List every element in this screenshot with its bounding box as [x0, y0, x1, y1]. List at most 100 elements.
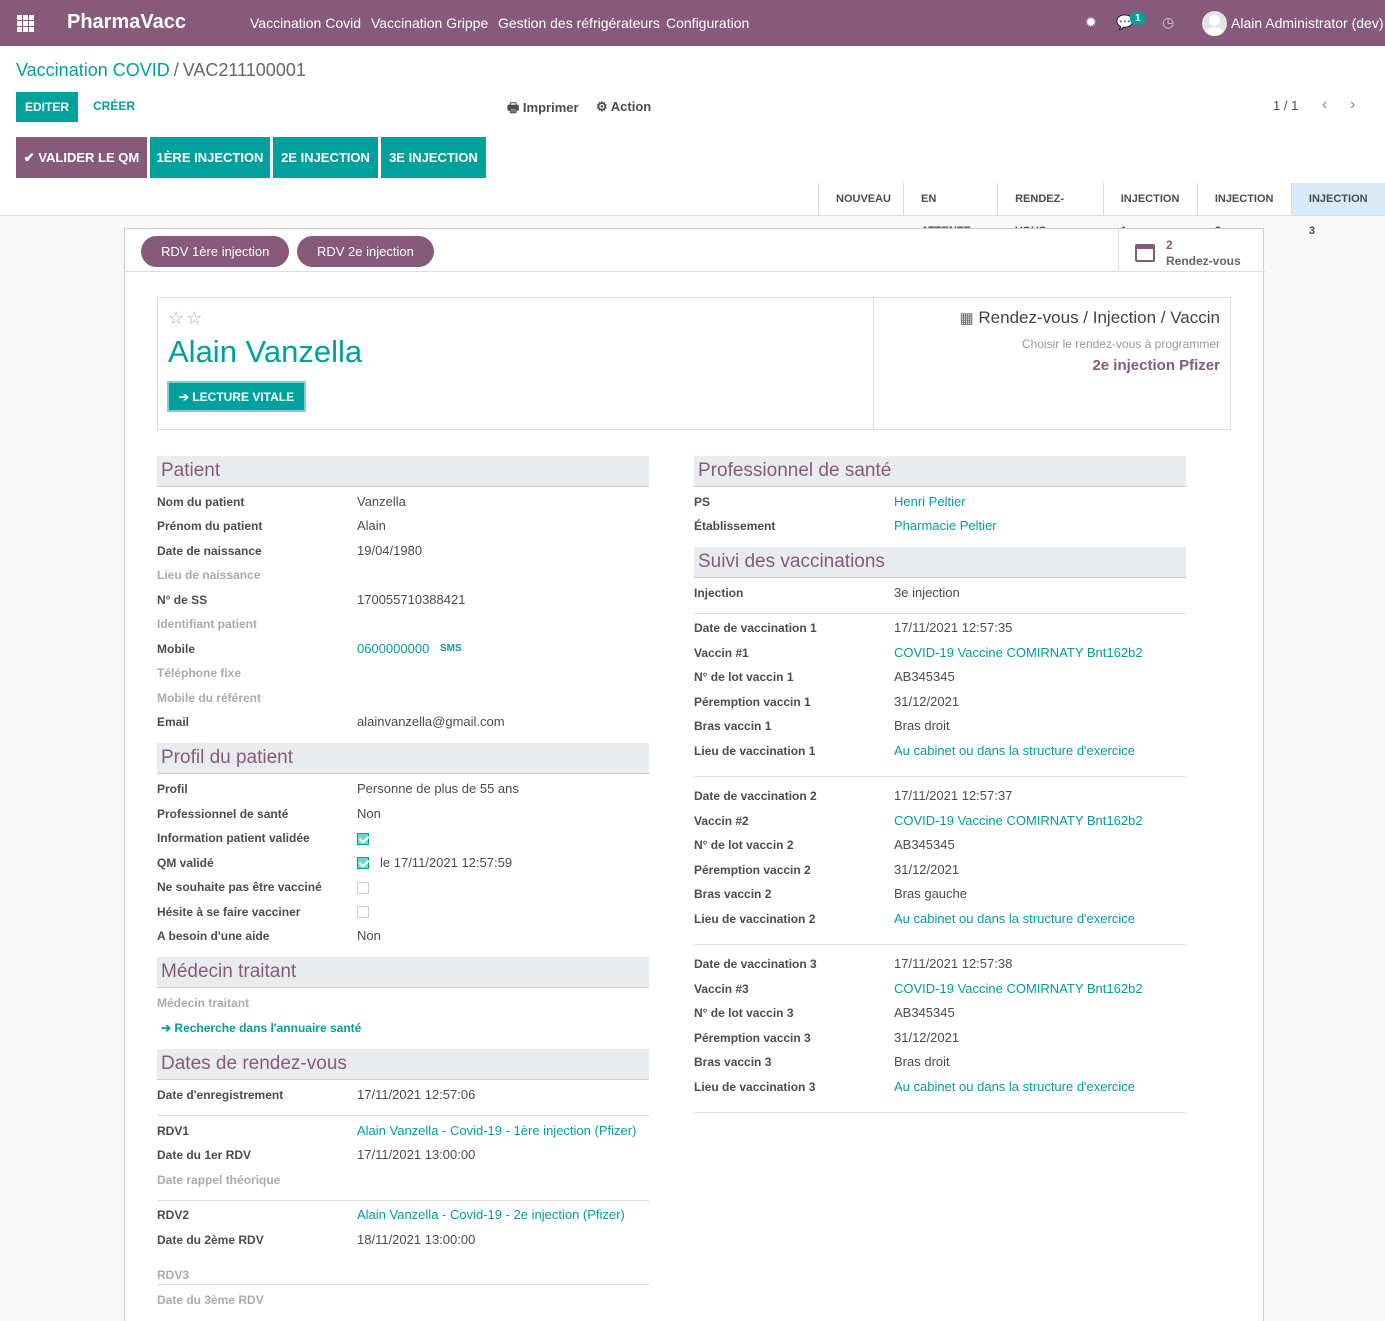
- status-injection-3[interactable]: INJECTION 3: [1290, 183, 1385, 237]
- avatar[interactable]: [1202, 11, 1227, 36]
- divider: [125, 271, 1265, 272]
- value-date-d-enregistrement: 17/11/2021 12:57:06: [357, 1087, 476, 1102]
- label-n-de-lot-vaccin-3: N° de lot vaccin 3: [694, 1006, 794, 1020]
- value-lieu-de-vaccination-3[interactable]: Au cabinet ou dans la structure d'exerci…: [894, 1079, 1135, 1094]
- value-bras-vaccin-3: Bras droit: [894, 1054, 950, 1069]
- label-qm-valide: QM validé: [157, 856, 214, 870]
- annuaire-search-link[interactable]: ➔ Recherche dans l'annuaire santé: [161, 1021, 361, 1035]
- value-lieu-de-vaccination-1[interactable]: Au cabinet ou dans la structure d'exerci…: [894, 743, 1135, 758]
- priority-stars[interactable]: ☆☆: [168, 308, 204, 329]
- label-date-du-2eme-rdv: Date du 2ème RDV: [157, 1233, 264, 1247]
- menu-vaccination-covid[interactable]: Vaccination Covid: [250, 15, 361, 31]
- edit-button[interactable]: EDITER: [16, 92, 78, 122]
- status-en-attente[interactable]: EN ATTENTE: [903, 183, 998, 237]
- sms-button[interactable]: SMS: [440, 643, 462, 654]
- chevron-right-icon[interactable]: ›: [1350, 96, 1355, 114]
- menu-configuration[interactable]: Configuration: [666, 15, 749, 31]
- label-bras-vaccin-3: Bras vaccin 3: [694, 1055, 772, 1069]
- first-injection-button[interactable]: 1ÈRE INJECTION: [150, 137, 270, 178]
- label-date-rappel-theorique: Date rappel théorique: [157, 1173, 281, 1187]
- label-date-du-3eme-rdv: Date du 3ème RDV: [157, 1293, 264, 1307]
- rdv-second-injection-button[interactable]: RDV 2e injection: [297, 236, 434, 267]
- label-medecin-traitant: Médecin traitant: [157, 996, 250, 1010]
- rdv-box-value[interactable]: 2e injection Pfizer: [1092, 357, 1220, 374]
- divider: [694, 944, 1186, 945]
- value-rdv2[interactable]: Alain Vanzella - Covid-19 - 2e injection…: [357, 1207, 625, 1222]
- calendar-icon: [1135, 244, 1155, 262]
- value-peremption-vaccin-1: 31/12/2021: [894, 693, 960, 709]
- status-nouveau[interactable]: NOUVEAU: [818, 183, 904, 215]
- clock-icon[interactable]: ◷: [1162, 14, 1174, 31]
- action-button[interactable]: ⚙ Action: [596, 99, 651, 115]
- value-vaccin-1[interactable]: COVID-19 Vaccine COMIRNATY Bnt162b2: [894, 645, 1143, 660]
- appointments-count: 2: [1166, 238, 1173, 252]
- label-ps: PS: [694, 495, 711, 509]
- status-injection-1[interactable]: INJECTION 1: [1102, 183, 1197, 237]
- value-ps[interactable]: Henri Peltier: [894, 494, 966, 509]
- lecture-vitale-label: LECTURE VITALE: [192, 389, 295, 404]
- section-medecin: Médecin traitant: [157, 957, 649, 988]
- label-date-de-naissance: Date de naissance: [157, 544, 262, 558]
- value-vaccin-2[interactable]: COVID-19 Vaccine COMIRNATY Bnt162b2: [894, 813, 1143, 828]
- arrow-right-icon: ➔: [161, 1021, 172, 1035]
- value-qm-valide-date: le 17/11/2021 12:57:59: [380, 855, 513, 870]
- value-professionnel-de-sante: Non: [357, 806, 381, 821]
- value-nom-du-patient: Vanzella: [357, 494, 406, 509]
- breadcrumb-separator: /: [173, 60, 179, 80]
- label-n-de-ss: N° de SS: [157, 593, 208, 607]
- value-bras-vaccin-2: Bras gauche: [894, 886, 967, 901]
- rdv-first-injection-button[interactable]: RDV 1ère injection: [141, 236, 290, 267]
- menu-gestion-refrigerateurs[interactable]: Gestion des réfrigérateurs: [498, 15, 660, 31]
- label-rdv1: RDV1: [157, 1124, 190, 1138]
- value-mobile[interactable]: 0600000000: [357, 641, 429, 656]
- label-information-patient-validee: Information patient validée: [157, 831, 310, 845]
- checkbox-ne-souhaite-pas[interactable]: [357, 882, 369, 894]
- value-injection: 3e injection: [894, 585, 960, 600]
- label-rdv2: RDV2: [157, 1208, 190, 1222]
- apps-grid-icon[interactable]: [17, 15, 34, 32]
- label-telephone-fixe: Téléphone fixe: [157, 666, 242, 680]
- label-lieu-de-naissance: Lieu de naissance: [157, 568, 261, 582]
- label-nom-du-patient: Nom du patient: [157, 495, 245, 509]
- value-etablissement[interactable]: Pharmacie Peltier: [894, 518, 997, 533]
- label-profil: Profil: [157, 782, 188, 796]
- status-injection-2[interactable]: INJECTION 2: [1196, 183, 1291, 237]
- form-sheet: RDV 1ère injection RDV 2e injection 2 Re…: [124, 228, 1265, 1321]
- bug-icon[interactable]: ✹: [1085, 14, 1097, 31]
- checkbox-qm-valide[interactable]: [357, 857, 369, 869]
- value-n-de-lot-vaccin-3: AB345345: [894, 1005, 955, 1020]
- validate-qm-label: VALIDER LE QM: [38, 149, 140, 165]
- checkbox-hesite[interactable]: [357, 906, 369, 918]
- appointments-stat-button[interactable]: 2 Rendez-vous: [1118, 229, 1264, 271]
- label-vaccin-1: Vaccin #1: [694, 645, 749, 660]
- label-lieu-de-vaccination-1: Lieu de vaccination 1: [694, 743, 816, 758]
- value-bras-vaccin-1: Bras droit: [894, 718, 950, 733]
- label-date-d-enregistrement: Date d'enregistrement: [157, 1088, 284, 1102]
- lecture-vitale-button[interactable]: ➔ LECTURE VITALE: [167, 381, 306, 412]
- app-brand[interactable]: PharmaVacc: [67, 11, 186, 34]
- value-n-de-lot-vaccin-1: AB345345: [894, 669, 955, 684]
- second-injection-button[interactable]: 2E INJECTION: [273, 137, 378, 178]
- pager-value[interactable]: 1 / 1: [1273, 98, 1298, 113]
- messages-badge: 1: [1130, 12, 1146, 25]
- checkbox-info-validee[interactable]: [357, 833, 369, 845]
- value-rdv1[interactable]: Alain Vanzella - Covid-19 - 1ère injecti…: [357, 1123, 636, 1138]
- divider: [157, 1200, 649, 1201]
- arrow-right-icon: ➔: [178, 389, 189, 404]
- third-injection-button[interactable]: 3E INJECTION: [381, 137, 486, 178]
- label-peremption-vaccin-1: Péremption vaccin 1: [694, 694, 811, 709]
- menu-vaccination-grippe[interactable]: Vaccination Grippe: [371, 15, 488, 31]
- print-button[interactable]: 🖶 Imprimer: [507, 99, 579, 121]
- validate-qm-button[interactable]: ✔ VALIDER LE QM: [16, 137, 147, 178]
- value-vaccin-3[interactable]: COVID-19 Vaccine COMIRNATY Bnt162b2: [894, 981, 1143, 996]
- user-menu[interactable]: Alain Administrator (dev): [1231, 15, 1384, 31]
- status-rendez-vous[interactable]: RENDEZ-VOUS: [997, 183, 1103, 237]
- breadcrumb-parent[interactable]: Vaccination COVID: [16, 60, 170, 80]
- chevron-left-icon[interactable]: ‹: [1322, 96, 1327, 114]
- create-button[interactable]: CRÉER: [93, 99, 135, 113]
- patient-name: Alain Vanzella: [168, 334, 363, 369]
- label-peremption-vaccin-2: Péremption vaccin 2: [694, 862, 811, 877]
- label-date-de-vaccination-2: Date de vaccination 2: [694, 789, 817, 803]
- value-lieu-de-vaccination-2[interactable]: Au cabinet ou dans la structure d'exerci…: [894, 911, 1135, 926]
- action-label: Action: [610, 99, 652, 114]
